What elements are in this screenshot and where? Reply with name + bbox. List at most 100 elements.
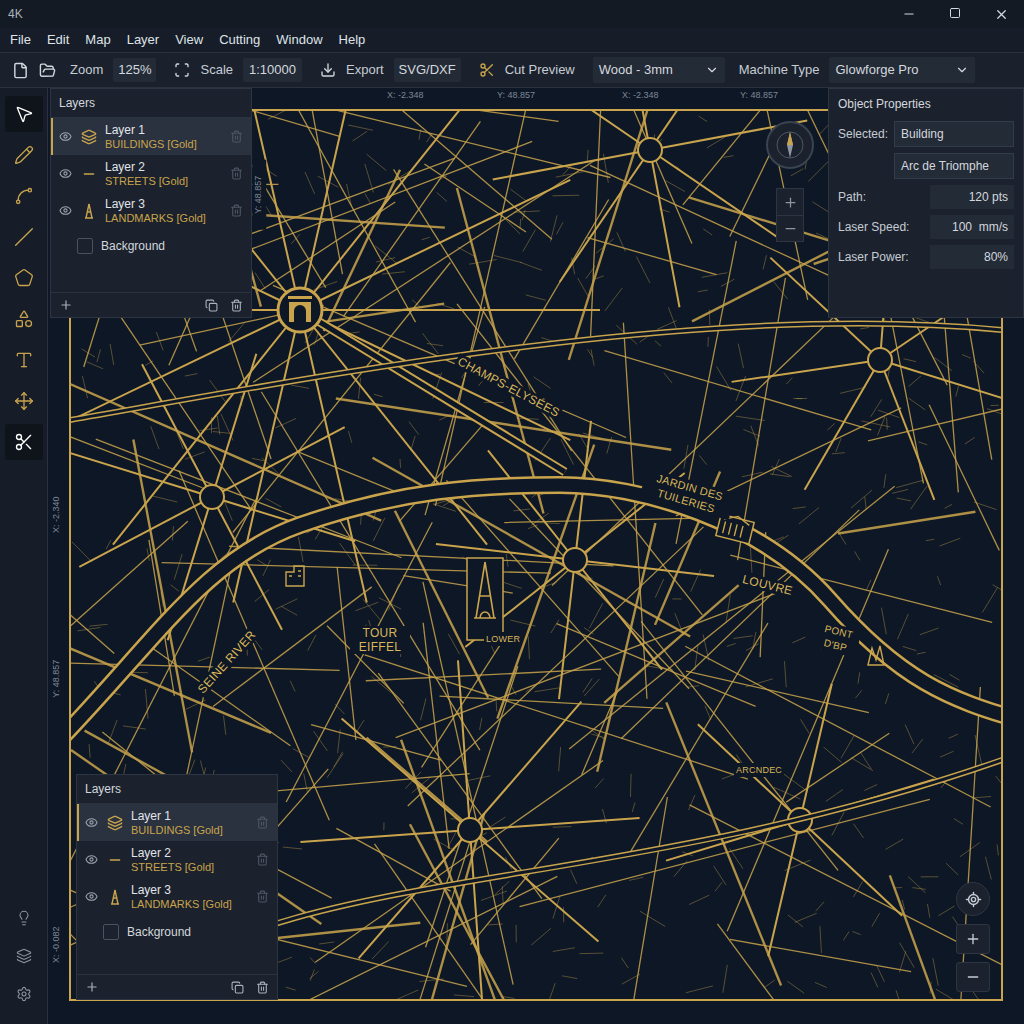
ruler-label: Y: 48.857 (495, 89, 537, 103)
chevron-icon (955, 63, 969, 77)
background-row[interactable]: Background (77, 915, 277, 949)
menu-item[interactable]: Window (268, 30, 330, 50)
menu-item[interactable]: Edit (39, 30, 77, 50)
ruler-label: X: -2.348 (385, 89, 426, 103)
layer-row[interactable]: Layer 1BUILDINGS [Gold] (77, 804, 277, 841)
maximize-icon[interactable] (949, 7, 961, 19)
tool-button[interactable] (5, 301, 43, 337)
menu-item[interactable]: Map (77, 30, 118, 50)
polygon-icon (14, 268, 34, 288)
layers-panel: LayersLayer 1BUILDINGS [Gold]Layer 2STRE… (50, 88, 252, 318)
new-file-icon[interactable] (12, 62, 29, 79)
compass[interactable] (766, 121, 814, 169)
property-row: Laser Power:80% (838, 245, 1014, 269)
machine-dropdown[interactable]: Glowforge Pro (829, 57, 975, 83)
trash-icon[interactable] (256, 890, 269, 903)
add-layer-icon[interactable] (59, 298, 73, 312)
tool-button[interactable] (5, 260, 43, 296)
zoom-out-icon[interactable] (783, 221, 798, 236)
layer-detail: LANDMARKS [Gold] (105, 211, 222, 225)
selected-name-field[interactable]: Arc de Triomphe (894, 153, 1014, 179)
tool-button[interactable] (5, 219, 43, 255)
eye-icon[interactable] (59, 130, 72, 143)
chevron-icon (705, 63, 719, 77)
text-icon (14, 350, 34, 370)
rail-button[interactable] (12, 944, 36, 968)
buildings-icon (107, 815, 123, 831)
background-row[interactable]: Background (51, 229, 251, 263)
trash-icon[interactable] (230, 130, 243, 143)
pointer-icon (14, 104, 34, 124)
trash-icon[interactable] (256, 981, 269, 994)
layer-row[interactable]: Layer 3LANDMARKS [Gold] (77, 878, 277, 915)
eye-icon[interactable] (85, 853, 98, 866)
eye-icon[interactable] (59, 204, 72, 217)
background-checkbox[interactable] (77, 238, 93, 254)
tool-button[interactable] (5, 424, 43, 460)
layer-name: Layer 1 (131, 809, 248, 823)
eye-icon[interactable] (59, 167, 72, 180)
trash-icon[interactable] (256, 816, 269, 829)
zoom-field[interactable]: 125% (113, 58, 156, 82)
tool-button[interactable] (5, 137, 43, 173)
background-checkbox[interactable] (103, 924, 119, 940)
trash-icon[interactable] (256, 853, 269, 866)
eye-icon[interactable] (85, 890, 98, 903)
tool-button[interactable] (5, 178, 43, 214)
arc-de-triomphe-icon[interactable] (278, 288, 322, 332)
trash-icon[interactable] (230, 167, 243, 180)
property-value[interactable]: 100 mm/s (930, 215, 1014, 239)
copy-icon[interactable] (205, 299, 218, 312)
add-layer-icon[interactable] (85, 980, 99, 994)
trash-icon[interactable] (230, 299, 243, 312)
layer-row[interactable]: Layer 2STREETS [Gold] (77, 841, 277, 878)
toolbar: Zoom125%Scale1:10000ExportSVG/DXFCut Pre… (0, 52, 1024, 88)
eiffel-icon (81, 203, 97, 219)
menu-item[interactable]: Help (331, 30, 374, 50)
rail-button[interactable] (12, 982, 36, 1006)
tool-button[interactable] (5, 383, 43, 419)
building-icon (286, 566, 304, 586)
selected-type-field[interactable]: Building (894, 121, 1014, 147)
scissors-icon (14, 432, 34, 452)
property-value[interactable]: 120 pts (930, 185, 1014, 209)
tool-button[interactable] (5, 342, 43, 378)
menu-item[interactable]: Layer (119, 30, 168, 50)
folder-icon[interactable] (39, 62, 56, 79)
eiffel-tower-icon[interactable] (467, 558, 503, 640)
zoom-in-icon[interactable] (965, 931, 981, 947)
menu-item[interactable]: File (2, 30, 39, 50)
zoom-in-icon[interactable] (783, 195, 798, 210)
rail-button[interactable] (12, 906, 36, 930)
layer-name: Layer 3 (105, 197, 222, 211)
layers-panel-title: Layers (77, 775, 277, 804)
cut-preview-button[interactable]: Cut Preview (505, 60, 575, 80)
menu-item[interactable]: Cutting (211, 30, 268, 50)
layer-row[interactable]: Layer 1BUILDINGS [Gold] (51, 118, 251, 155)
layers-panel: LayersLayer 1BUILDINGS [Gold]Layer 2STRE… (76, 774, 278, 1000)
window-title: 4K (0, 5, 23, 23)
layer-name: Layer 2 (105, 160, 222, 174)
layer-row[interactable]: Layer 2STREETS [Gold] (51, 155, 251, 192)
gear-icon (16, 986, 32, 1002)
tool-button[interactable] (5, 96, 43, 132)
scale-field[interactable]: 1:10000 (243, 58, 302, 82)
layer-row[interactable]: Layer 3LANDMARKS [Gold] (51, 192, 251, 229)
export-format[interactable]: SVG/DXF (394, 58, 461, 82)
eye-icon[interactable] (85, 816, 98, 829)
trash-icon[interactable] (230, 204, 243, 217)
map-label: TOUR EIFFEL (350, 626, 410, 654)
copy-icon[interactable] (231, 981, 244, 994)
shape-icon (14, 309, 34, 329)
material-dropdown[interactable]: Wood - 3mm (593, 57, 725, 83)
locate-icon[interactable] (965, 891, 982, 908)
street-icon (81, 166, 97, 182)
layer-name: Layer 2 (131, 846, 248, 860)
close-icon[interactable] (994, 7, 1009, 22)
menu-item[interactable]: View (167, 30, 211, 50)
minimize-icon[interactable] (902, 7, 916, 21)
zoom-out-icon[interactable] (965, 969, 981, 985)
title-bar: 4K (0, 0, 1024, 28)
map-label: LOWER (484, 632, 522, 646)
property-value[interactable]: 80% (930, 245, 1014, 269)
